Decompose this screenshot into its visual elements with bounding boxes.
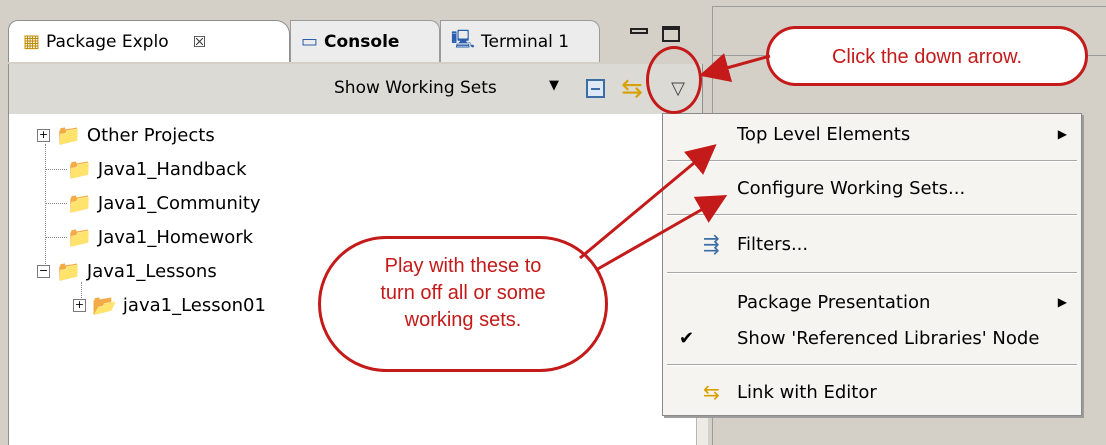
tab-package-explorer[interactable]: ▦ Package Explo ☒ [8, 20, 290, 62]
menu-item-show-referenced-libraries[interactable]: ✔ Show 'Referenced Libraries' Node [663, 324, 1081, 352]
tree-item[interactable]: 📁 Java1_Homework [67, 222, 253, 252]
submenu-arrow-icon: ▶ [1057, 127, 1067, 141]
minimize-icon[interactable] [630, 28, 648, 34]
tree-item-label: Java1_Handback [97, 158, 247, 180]
project-folder-icon: 📁 [56, 259, 81, 283]
tree-item-label: Java1_Homework [97, 226, 254, 248]
working-sets-dropdown-icon[interactable]: ▼ [549, 78, 559, 93]
tab-console[interactable]: ▭ Console [290, 20, 440, 62]
collapse-all-icon[interactable] [586, 79, 605, 98]
link-icon: ⇆ [703, 380, 720, 404]
tab-label: Package Explo [46, 31, 169, 52]
tree-item-label: Other Projects [86, 124, 215, 146]
menu-item-configure-working-sets[interactable]: Configure Working Sets... [663, 174, 1081, 202]
package-explorer-icon: ▦ [23, 31, 41, 52]
menu-item-filters[interactable]: ⇶ Filters... [663, 230, 1081, 258]
menu-item-label: Package Presentation [737, 291, 931, 313]
project-folder-icon: 📁 [67, 225, 92, 249]
package-explorer-view: ▦ Package Explo ☒ ▭ Console 🖳 Terminal 1… [0, 0, 708, 445]
menu-item-label: Show 'Referenced Libraries' Node [737, 327, 1040, 349]
project-folder-icon: 📁 [67, 191, 92, 215]
console-icon: ▭ [301, 31, 319, 52]
menu-item-top-level-elements[interactable]: Top Level Elements ▶ [663, 120, 1081, 148]
tree-item[interactable]: + 📁 Other Projects [37, 120, 215, 150]
checkmark-icon: ✔ [679, 327, 695, 349]
closed-project-icon: 📁 [56, 123, 81, 147]
show-working-sets-label[interactable]: Show Working Sets [334, 78, 497, 98]
menu-separator [667, 160, 1077, 162]
tree-item-label: java1_Lesson01 [122, 294, 266, 316]
callout-line: Play with these to [384, 255, 542, 277]
tab-label: Console [324, 31, 400, 52]
terminal-icon: 🖳 [451, 28, 476, 50]
menu-item-link-with-editor[interactable]: ⇆ Link with Editor [663, 378, 1081, 406]
highlight-circle [646, 46, 702, 114]
tree-item-label: Java1_Lessons [86, 260, 217, 282]
tree-item-label: Java1_Community [97, 192, 261, 214]
close-icon[interactable]: ☒ [193, 33, 206, 51]
tab-terminal[interactable]: 🖳 Terminal 1 [440, 20, 600, 62]
callout-line: working sets. [404, 309, 522, 331]
menu-separator [667, 214, 1077, 216]
view-menu-dropdown: Top Level Elements ▶ Configure Working S… [662, 113, 1082, 416]
maximize-icon[interactable] [662, 26, 680, 42]
menu-separator [667, 364, 1077, 366]
menu-item-label: Link with Editor [737, 381, 877, 403]
link-with-editor-icon[interactable]: ⇆ [621, 74, 643, 104]
project-folder-icon: 📁 [67, 157, 92, 181]
menu-item-label: Filters... [737, 233, 809, 255]
menu-item-label: Configure Working Sets... [737, 177, 966, 199]
expand-icon[interactable]: + [73, 298, 86, 312]
view-toolbar: Show Working Sets ▼ ⇆ ▽ [8, 64, 703, 114]
submenu-arrow-icon: ▶ [1057, 295, 1067, 309]
open-project-icon: 📂 [92, 293, 117, 317]
callout-line: turn off all or some [380, 282, 546, 304]
expand-icon[interactable]: + [37, 128, 50, 142]
tab-label: Terminal 1 [481, 31, 570, 52]
view-tab-bar: ▦ Package Explo ☒ ▭ Console 🖳 Terminal 1 [8, 6, 703, 64]
collapse-icon[interactable]: − [37, 264, 50, 278]
menu-item-label: Top Level Elements [737, 123, 911, 145]
filter-icon: ⇶ [703, 232, 720, 256]
tree-item[interactable]: + 📂 java1_Lesson01 [73, 290, 266, 320]
tree-item[interactable]: 📁 Java1_Handback [67, 154, 247, 184]
callout-click-down-arrow: Click the down arrow. [766, 26, 1088, 86]
menu-item-package-presentation[interactable]: Package Presentation ▶ [663, 288, 1081, 316]
tree-item[interactable]: − 📁 Java1_Lessons [37, 256, 217, 286]
tree-item[interactable]: 📁 Java1_Community [67, 188, 261, 218]
menu-separator [667, 272, 1077, 274]
view-window-controls [630, 26, 680, 42]
callout-working-sets: Play with these to turn off all or some … [318, 236, 608, 372]
